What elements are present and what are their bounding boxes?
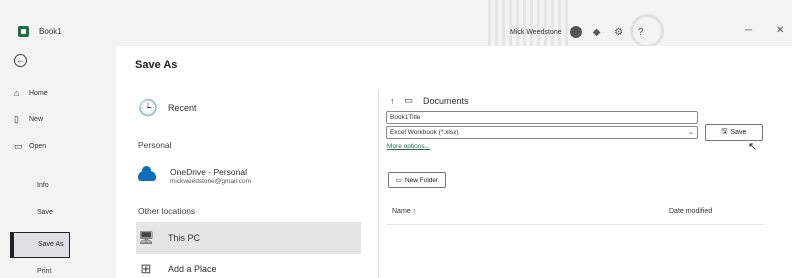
file-name-input[interactable]: Book1Title (386, 111, 698, 124)
file-type-select[interactable]: Excel Workbook (*.xlsx) ⌄ (386, 126, 698, 139)
section-personal: Personal (138, 140, 172, 150)
new-folder-button[interactable]: ▭ New Folder (388, 172, 446, 188)
title-bar: Book1 Mick Weedstone ◆ ⚙ ? ─ ✕ (0, 0, 792, 48)
location-label: Add a Place (168, 264, 217, 274)
new-doc-icon: ▯ (14, 114, 19, 124)
column-divider (378, 90, 379, 278)
section-other-locations: Other locations (138, 206, 196, 216)
nav-item-label: New (29, 116, 44, 123)
cloud-icon (138, 166, 156, 181)
mouse-cursor-icon: ↖ (748, 141, 758, 153)
nav-item-print[interactable]: Print (37, 268, 51, 275)
column-header-name[interactable]: Name ↑ (392, 208, 416, 215)
excel-logo-icon (18, 26, 29, 37)
nav-item-info[interactable]: Info (37, 182, 49, 189)
location-add-place[interactable]: ⊞ Add a Place (138, 261, 217, 277)
folder-icon: ▭ (404, 95, 414, 105)
nav-item-new[interactable]: ▯ New (14, 114, 43, 125)
breadcrumb: ↑ ▭ Documents (390, 95, 469, 106)
help-icon[interactable]: ? (634, 27, 648, 38)
clock-icon: 🕒 (138, 100, 158, 117)
location-this-pc-content[interactable]: 🖥 This PC (138, 230, 200, 246)
column-header-date-modified[interactable]: Date modified (669, 208, 712, 215)
title-decoration (488, 0, 568, 46)
new-folder-label: New Folder (404, 176, 439, 184)
location-label: This PC (168, 233, 201, 243)
computer-icon: 🖥 (138, 230, 155, 245)
backstage-nav: ← ⌂ Home ▯ New ▭ Open Info Save Save As … (0, 46, 116, 278)
location-onedrive[interactable]: OneDrive - Personal mickweedstone@gmail.… (138, 166, 251, 185)
up-arrow-icon[interactable]: ↑ (390, 96, 395, 106)
user-area[interactable]: Mick Weedstone ◆ ⚙ ? (510, 26, 648, 38)
close-icon[interactable]: ✕ (776, 25, 784, 36)
folder-open-icon: ▭ (14, 141, 23, 151)
onedrive-text: OneDrive - Personal mickweedstone@gmail.… (170, 167, 251, 185)
nav-item-label: Save As (38, 241, 64, 248)
nav-item-label: Open (29, 143, 47, 150)
workbook-title: Book1 (39, 27, 62, 36)
save-disk-icon: 🖫 (721, 128, 728, 135)
column-name-label: Name (392, 208, 411, 215)
nav-item-save-as[interactable]: Save As (10, 232, 70, 258)
avatar[interactable] (569, 26, 582, 38)
settings-icon[interactable]: ⚙ (612, 27, 626, 38)
location-recent[interactable]: 🕒 Recent (138, 98, 197, 118)
minimize-icon[interactable]: ─ (745, 25, 752, 36)
onedrive-email: mickweedstone@gmail.com (170, 178, 252, 185)
home-icon: ⌂ (14, 88, 20, 98)
sort-arrow-icon: ↑ (412, 208, 417, 215)
title-left: Book1 (18, 26, 62, 37)
nav-item-label: Home (29, 89, 48, 97)
diamond-icon[interactable]: ◆ (590, 27, 604, 38)
location-label: Recent (168, 103, 197, 113)
breadcrumb-folder[interactable]: Documents (423, 96, 469, 106)
nav-item-save[interactable]: Save (37, 209, 53, 216)
page-title: Save As (135, 59, 178, 71)
onedrive-name: OneDrive - Personal (170, 167, 248, 177)
nav-item-home[interactable]: ⌂ Home (14, 88, 48, 98)
more-options-link[interactable]: More options... (387, 143, 430, 150)
file-type-value: Excel Workbook (*.xlsx) (390, 129, 459, 136)
save-button-label: Save (730, 129, 747, 136)
chevron-down-icon: ⌄ (688, 129, 694, 136)
add-place-icon: ⊞ (140, 261, 152, 276)
back-arrow-icon[interactable]: ← (14, 54, 27, 67)
nav-item-open[interactable]: ▭ Open (14, 141, 46, 152)
save-button[interactable]: 🖫 Save (705, 124, 763, 141)
header-divider (386, 224, 764, 225)
save-as-panel: Save As 🕒 Recent Personal OneDrive - Per… (116, 46, 792, 278)
new-folder-icon: ▭ (395, 177, 402, 184)
user-name[interactable]: Mick Weedstone (510, 29, 562, 36)
